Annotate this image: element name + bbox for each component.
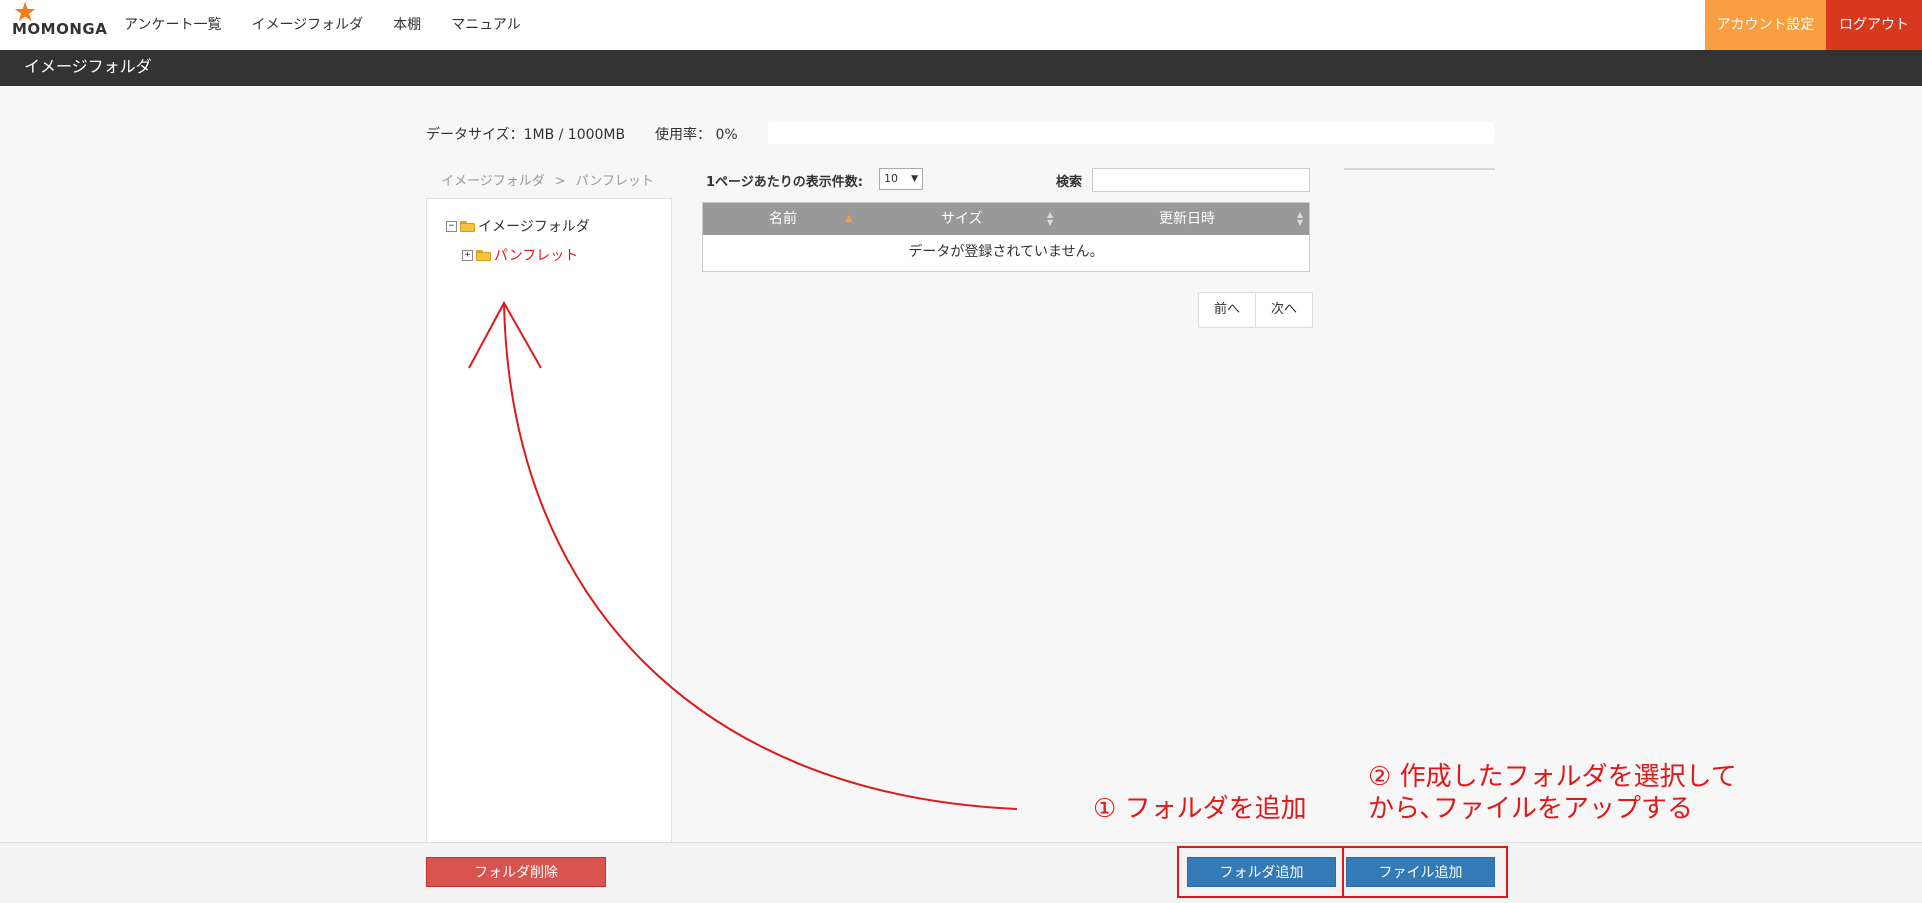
annotation-note-1: ① フォルダを追加 <box>1093 794 1307 824</box>
arrow-curve <box>503 302 1018 810</box>
annotation-note-2-line-1: ② 作成したフォルダを選択して <box>1368 762 1737 792</box>
annotation-note-2-line-2: から､ファイルをアップする <box>1368 794 1694 824</box>
